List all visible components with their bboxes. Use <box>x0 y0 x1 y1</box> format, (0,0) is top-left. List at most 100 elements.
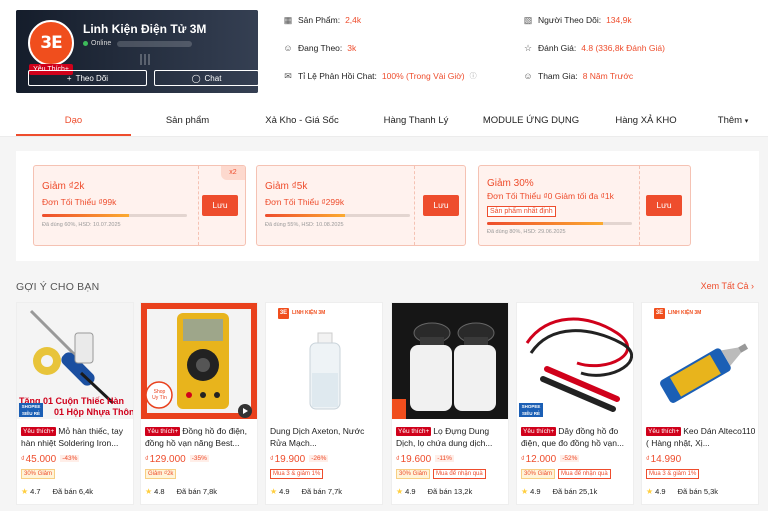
voucher-save-button[interactable]: Lưu <box>423 195 459 216</box>
tab-products[interactable]: Sản phẩm <box>140 104 235 137</box>
mall-badge: SHOPEE SIÊU RẺ <box>519 403 543 417</box>
sold-count: Đã bán 7,7k <box>301 487 343 496</box>
stat-joined: ☺ Tham Gia: 8 Năm Trước <box>523 71 633 81</box>
discount-badge: -26% <box>309 455 329 462</box>
product-tags: Mua 3 & giảm 1% <box>646 469 700 479</box>
rating-value: 4.7 <box>30 487 41 496</box>
voucher-title: Giảm ₫2k <box>42 181 85 192</box>
product-tags: Mua 3 & giảm 1% <box>270 469 324 479</box>
sold-count: Đã bán 5,3k <box>677 487 719 496</box>
stat-value: 134,9k <box>606 15 632 25</box>
shop-header: 3E Yêu Thích+ Linh Kiện Điện Tử 3M Onlin… <box>0 0 768 104</box>
tag-pill: 30% Giảm <box>21 469 56 479</box>
product-name: Yêu thích+ Lọ Đựng Dung Dịch, lọ chứa dun… <box>396 425 506 449</box>
product-tags: 30% Giảm Mua để nhận quà <box>521 469 611 479</box>
voucher-usage-bar <box>265 214 410 217</box>
price-value: 19.600 <box>400 454 432 465</box>
see-all-link[interactable]: Xem Tất Cả › <box>701 281 754 291</box>
tab-dao[interactable]: Dạo <box>16 104 131 137</box>
star-icon: ★ <box>270 487 278 496</box>
chat-button[interactable]: ◯ Chat <box>154 70 258 86</box>
currency-symbol: ₫ <box>646 456 650 463</box>
voucher-divider <box>639 166 640 245</box>
product-image: Shop Uy Tín <box>141 303 257 419</box>
product-rating: ★ 4.9 Đã bán 7,7k <box>270 487 342 496</box>
followers-icon: ▧ <box>523 15 533 25</box>
voucher-condition: Đơn Tối Thiểu ₫299k <box>265 197 345 207</box>
product-image: Tặng 01 Cuộn Thiếc Hàn 01 Hộp Nhựa Thông… <box>17 303 133 419</box>
stat-value: 3k <box>347 43 357 53</box>
voucher-divider <box>198 166 199 245</box>
follow-button[interactable]: + Theo Dõi <box>28 70 147 86</box>
product-tags: 30% Giảm Mua để nhận quà <box>396 469 486 479</box>
online-label: Online <box>91 40 112 47</box>
stat-products: ▦ Sản Phẩm: 2,4k <box>283 15 361 25</box>
product-price: ₫14.990 <box>646 454 681 465</box>
chat-response-icon: ✉ <box>284 71 292 81</box>
price-value: 14.990 <box>650 454 682 465</box>
tag-pill: Mua 3 & giảm 1% <box>646 469 700 479</box>
product-rating: ★ 4.7 Đã bán 6,4k <box>21 487 93 496</box>
preferred-tag: Yêu thích+ <box>21 427 57 436</box>
product-image <box>392 303 508 419</box>
product-name: Yêu thích+ Đồng hồ đo điện, đồng hồ vạn n… <box>145 425 255 449</box>
voucher-title: Giảm ₫5k <box>265 181 308 192</box>
see-all-label: Xem Tất Cả <box>700 281 749 291</box>
star-icon: ★ <box>646 487 654 496</box>
currency-symbol: ₫ <box>270 456 274 463</box>
stat-label: Người Theo Dõi: <box>538 15 602 25</box>
info-icon[interactable]: ⓘ <box>470 71 477 81</box>
glue-tube-image <box>660 343 749 403</box>
rating-value: 4.9 <box>405 487 416 496</box>
product-card[interactable]: SHOPEE SIÊU RẺ Yêu thích+ Dây đồng hồ đo … <box>516 302 634 505</box>
stat-label: Tham Gia: <box>538 71 578 81</box>
dispenser-bottles-image <box>392 303 508 419</box>
stat-followers: ▧ Người Theo Dõi: 134,9k <box>523 15 632 25</box>
tab-liquidation[interactable]: Hàng Thanh Lý <box>370 104 462 137</box>
voucher-title: Giảm 30% <box>487 178 534 189</box>
multimeter-image <box>141 303 257 419</box>
voucher-card: Giảm 30% Đơn Tối Thiểu ₫0 Giảm tối đa ₫1… <box>478 165 691 246</box>
rating-value: 4.9 <box>655 487 666 496</box>
test-leads-image <box>517 303 633 419</box>
discount-badge: -11% <box>435 455 454 462</box>
product-card[interactable]: 3E LINH KIỆN 3M Dung Dịch Axeton, Nước Rử… <box>265 302 383 505</box>
tab-clearance[interactable]: Hàng XẢ KHO <box>602 104 690 137</box>
shop-logo[interactable]: 3E <box>28 20 74 66</box>
product-card[interactable]: 3E LINH KIỆN 3M Yêu thích+ Keo Dán Alteco1… <box>641 302 759 505</box>
product-card[interactable]: Shop Uy Tín Yêu thích+ Đồng hồ đo điện, đ… <box>140 302 258 505</box>
promo-line-2: 01 Hộp Nhựa Thông <box>54 407 133 417</box>
product-name: Yêu thích+ Keo Dán Alteco110 ( Hàng nhật,… <box>646 425 756 449</box>
currency-symbol: ₫ <box>521 456 525 463</box>
stat-label: Đang Theo: <box>298 43 343 53</box>
tab-more[interactable]: Thêm ▾ <box>708 104 758 137</box>
product-card[interactable]: Yêu thích+ Lọ Đựng Dung Dịch, lọ chứa dun… <box>391 302 509 505</box>
voucher-scope-tag: Sản phẩm nhất định <box>487 206 556 217</box>
product-rating: ★ 4.9 Đã bán 5,3k <box>646 487 718 496</box>
product-tags: 30% Giảm <box>21 469 56 479</box>
voucher-save-button[interactable]: Lưu <box>202 195 238 216</box>
chat-label: Chat <box>204 73 222 83</box>
stat-label: Tỉ Lệ Phản Hồi Chat: <box>298 71 377 81</box>
voucher-card: Giảm ₫2k Đơn Tối Thiểu ₫99k Đã dùng 60%,… <box>33 165 246 246</box>
stat-value: 4.8 (336,8k Đánh Giá) <box>581 43 665 53</box>
star-icon: ★ <box>145 487 153 496</box>
sold-count: Đã bán 25,1k <box>552 487 598 496</box>
online-status: Online <box>83 40 193 47</box>
tag-pill: Mua để nhận quà <box>558 469 611 479</box>
tab-module[interactable]: MODULE ỨNG DỤNG <box>478 104 584 137</box>
rating-value: 4.9 <box>530 487 541 496</box>
price-value: 19.900 <box>274 454 306 465</box>
discount-badge: -35% <box>189 455 209 462</box>
preferred-tag: Yêu thích+ <box>145 427 181 436</box>
voucher-save-button[interactable]: Lưu <box>646 195 682 216</box>
product-title: Dung Dịch Axeton, Nước Rửa Mạch... <box>270 426 365 448</box>
tab-clearance-shock[interactable]: Xả Kho - Giá Sốc <box>252 104 352 137</box>
voucher-meta: Đã dùng 60%, HSD: 10.07.2025 <box>42 222 121 228</box>
stat-label: Đánh Giá: <box>538 43 577 53</box>
price-value: 12.000 <box>525 454 557 465</box>
product-card[interactable]: Tặng 01 Cuộn Thiếc Hàn 01 Hộp Nhựa Thông… <box>16 302 134 505</box>
product-price: ₫19.600 -11% <box>396 454 454 465</box>
trusted-stamp: Shop Uy Tín <box>152 389 167 401</box>
rating-value: 4.8 <box>154 487 165 496</box>
